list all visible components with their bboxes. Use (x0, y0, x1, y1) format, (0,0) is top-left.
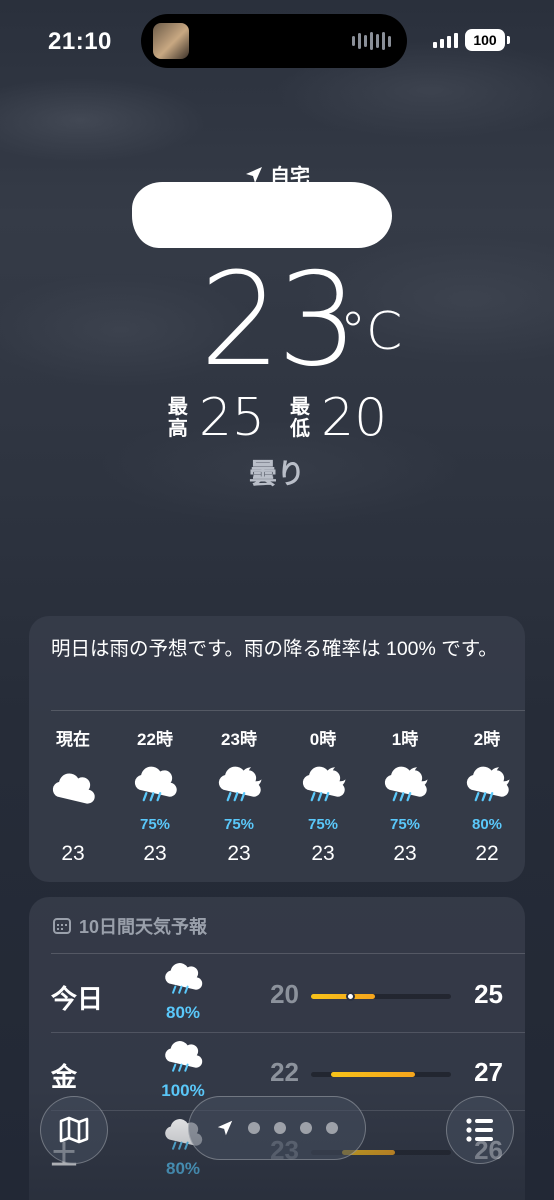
current-temperature: 23 °C (0, 246, 554, 395)
precip-chance: 80% (165, 1003, 201, 1022)
hour-item: 23時 75% 23 (197, 728, 281, 866)
forecast-summary: 明日は雨の予想です。雨の降る確率は 100% です。 (51, 638, 498, 660)
temperature-range-fill (311, 994, 376, 999)
dynamic-island[interactable] (141, 14, 407, 68)
hour-label: 0時 (309, 730, 337, 749)
location-list-button[interactable] (446, 1096, 514, 1164)
hour-item: 1時 75% 23 (363, 728, 447, 866)
list-icon (466, 1118, 493, 1142)
day-name: 金 (51, 1062, 78, 1092)
hourly-forecast-card[interactable]: 明日は雨の予想です。雨の降る確率は 100% です。 現在 23 22時 75% 23 2… (29, 616, 525, 882)
high-value: 25 (198, 388, 265, 448)
day-low: 22 (270, 1057, 299, 1087)
hourly-strip[interactable]: 現在 23 22時 75% 23 23時 75% 23 0時 75% 23 1時 75% 23 2時 80% 2… (29, 728, 525, 878)
page-dot[interactable] (300, 1122, 312, 1134)
hour-label: 23時 (221, 730, 257, 749)
cloud-rain-icon (113, 762, 197, 820)
day-high: 27 (474, 1057, 503, 1087)
condition-label: 曇り (248, 458, 305, 489)
hour-temperature: 23 (393, 842, 417, 865)
moon-cloud-rain-icon (197, 762, 281, 820)
hour-item: 0時 75% 23 (281, 728, 365, 866)
hour-temperature: 23 (143, 842, 167, 865)
divider (51, 710, 525, 711)
hour-label: 22時 (137, 730, 173, 749)
cloud-rain-icon (155, 959, 211, 1005)
divider (51, 953, 525, 954)
low-value: 20 (321, 388, 388, 448)
temperature-range-bar (311, 992, 451, 1001)
temperature-value: 23 (199, 246, 359, 395)
temperature-unit: °C (340, 302, 403, 362)
hour-label: 現在 (56, 730, 90, 749)
day-low: 20 (270, 979, 299, 1009)
high-label: 最高 (167, 396, 188, 440)
ten-day-title: 10日間天気予報 (79, 917, 208, 937)
cellular-signal-icon (433, 32, 458, 48)
map-button[interactable] (40, 1096, 108, 1164)
ten-day-header: 10日間天気予報 (53, 913, 207, 939)
hour-temperature: 23 (311, 842, 335, 865)
map-icon (59, 1116, 89, 1144)
location-arrow-icon[interactable] (216, 1119, 234, 1137)
hour-item: 22時 75% 23 (113, 728, 197, 866)
status-bar: 21:10 100 (0, 0, 554, 84)
redacted-city-name (132, 182, 392, 248)
high-low-row: 最高 25 最低 20 (0, 388, 554, 448)
day-name: 今日 (51, 984, 104, 1014)
hour-temperature: 23 (227, 842, 251, 865)
low-label: 最低 (290, 396, 310, 440)
moon-cloud-rain-icon (445, 762, 529, 820)
temperature-range-bar (311, 1072, 451, 1077)
calendar-icon (53, 918, 71, 934)
cloud-icon (31, 762, 115, 820)
cloud-rain-icon (155, 1037, 211, 1083)
moon-cloud-rain-icon (281, 762, 365, 820)
hour-label: 1時 (391, 730, 419, 749)
current-temp-dot (346, 992, 356, 1001)
hour-item: 現在 23 (31, 728, 115, 866)
hour-item: 2時 80% 22 (445, 728, 529, 866)
temperature-range-fill (330, 1072, 415, 1077)
battery-icon: 100 (465, 29, 510, 51)
page-dot[interactable] (248, 1122, 260, 1134)
battery-level: 100 (473, 32, 497, 48)
page-dot[interactable] (326, 1122, 338, 1134)
hour-temperature: 23 (61, 842, 85, 865)
hour-temperature: 22 (475, 842, 499, 865)
day-high: 25 (474, 979, 503, 1009)
audio-waveform-icon (352, 32, 391, 50)
location-page-indicator[interactable] (188, 1096, 366, 1160)
now-playing-artwork[interactable] (153, 23, 189, 59)
moon-cloud-rain-icon (363, 762, 447, 820)
status-time: 21:10 (48, 28, 112, 55)
page-dot[interactable] (274, 1122, 286, 1134)
hour-label: 2時 (473, 730, 501, 749)
day-row[interactable]: 今日 80% 20 25 (29, 955, 525, 1033)
